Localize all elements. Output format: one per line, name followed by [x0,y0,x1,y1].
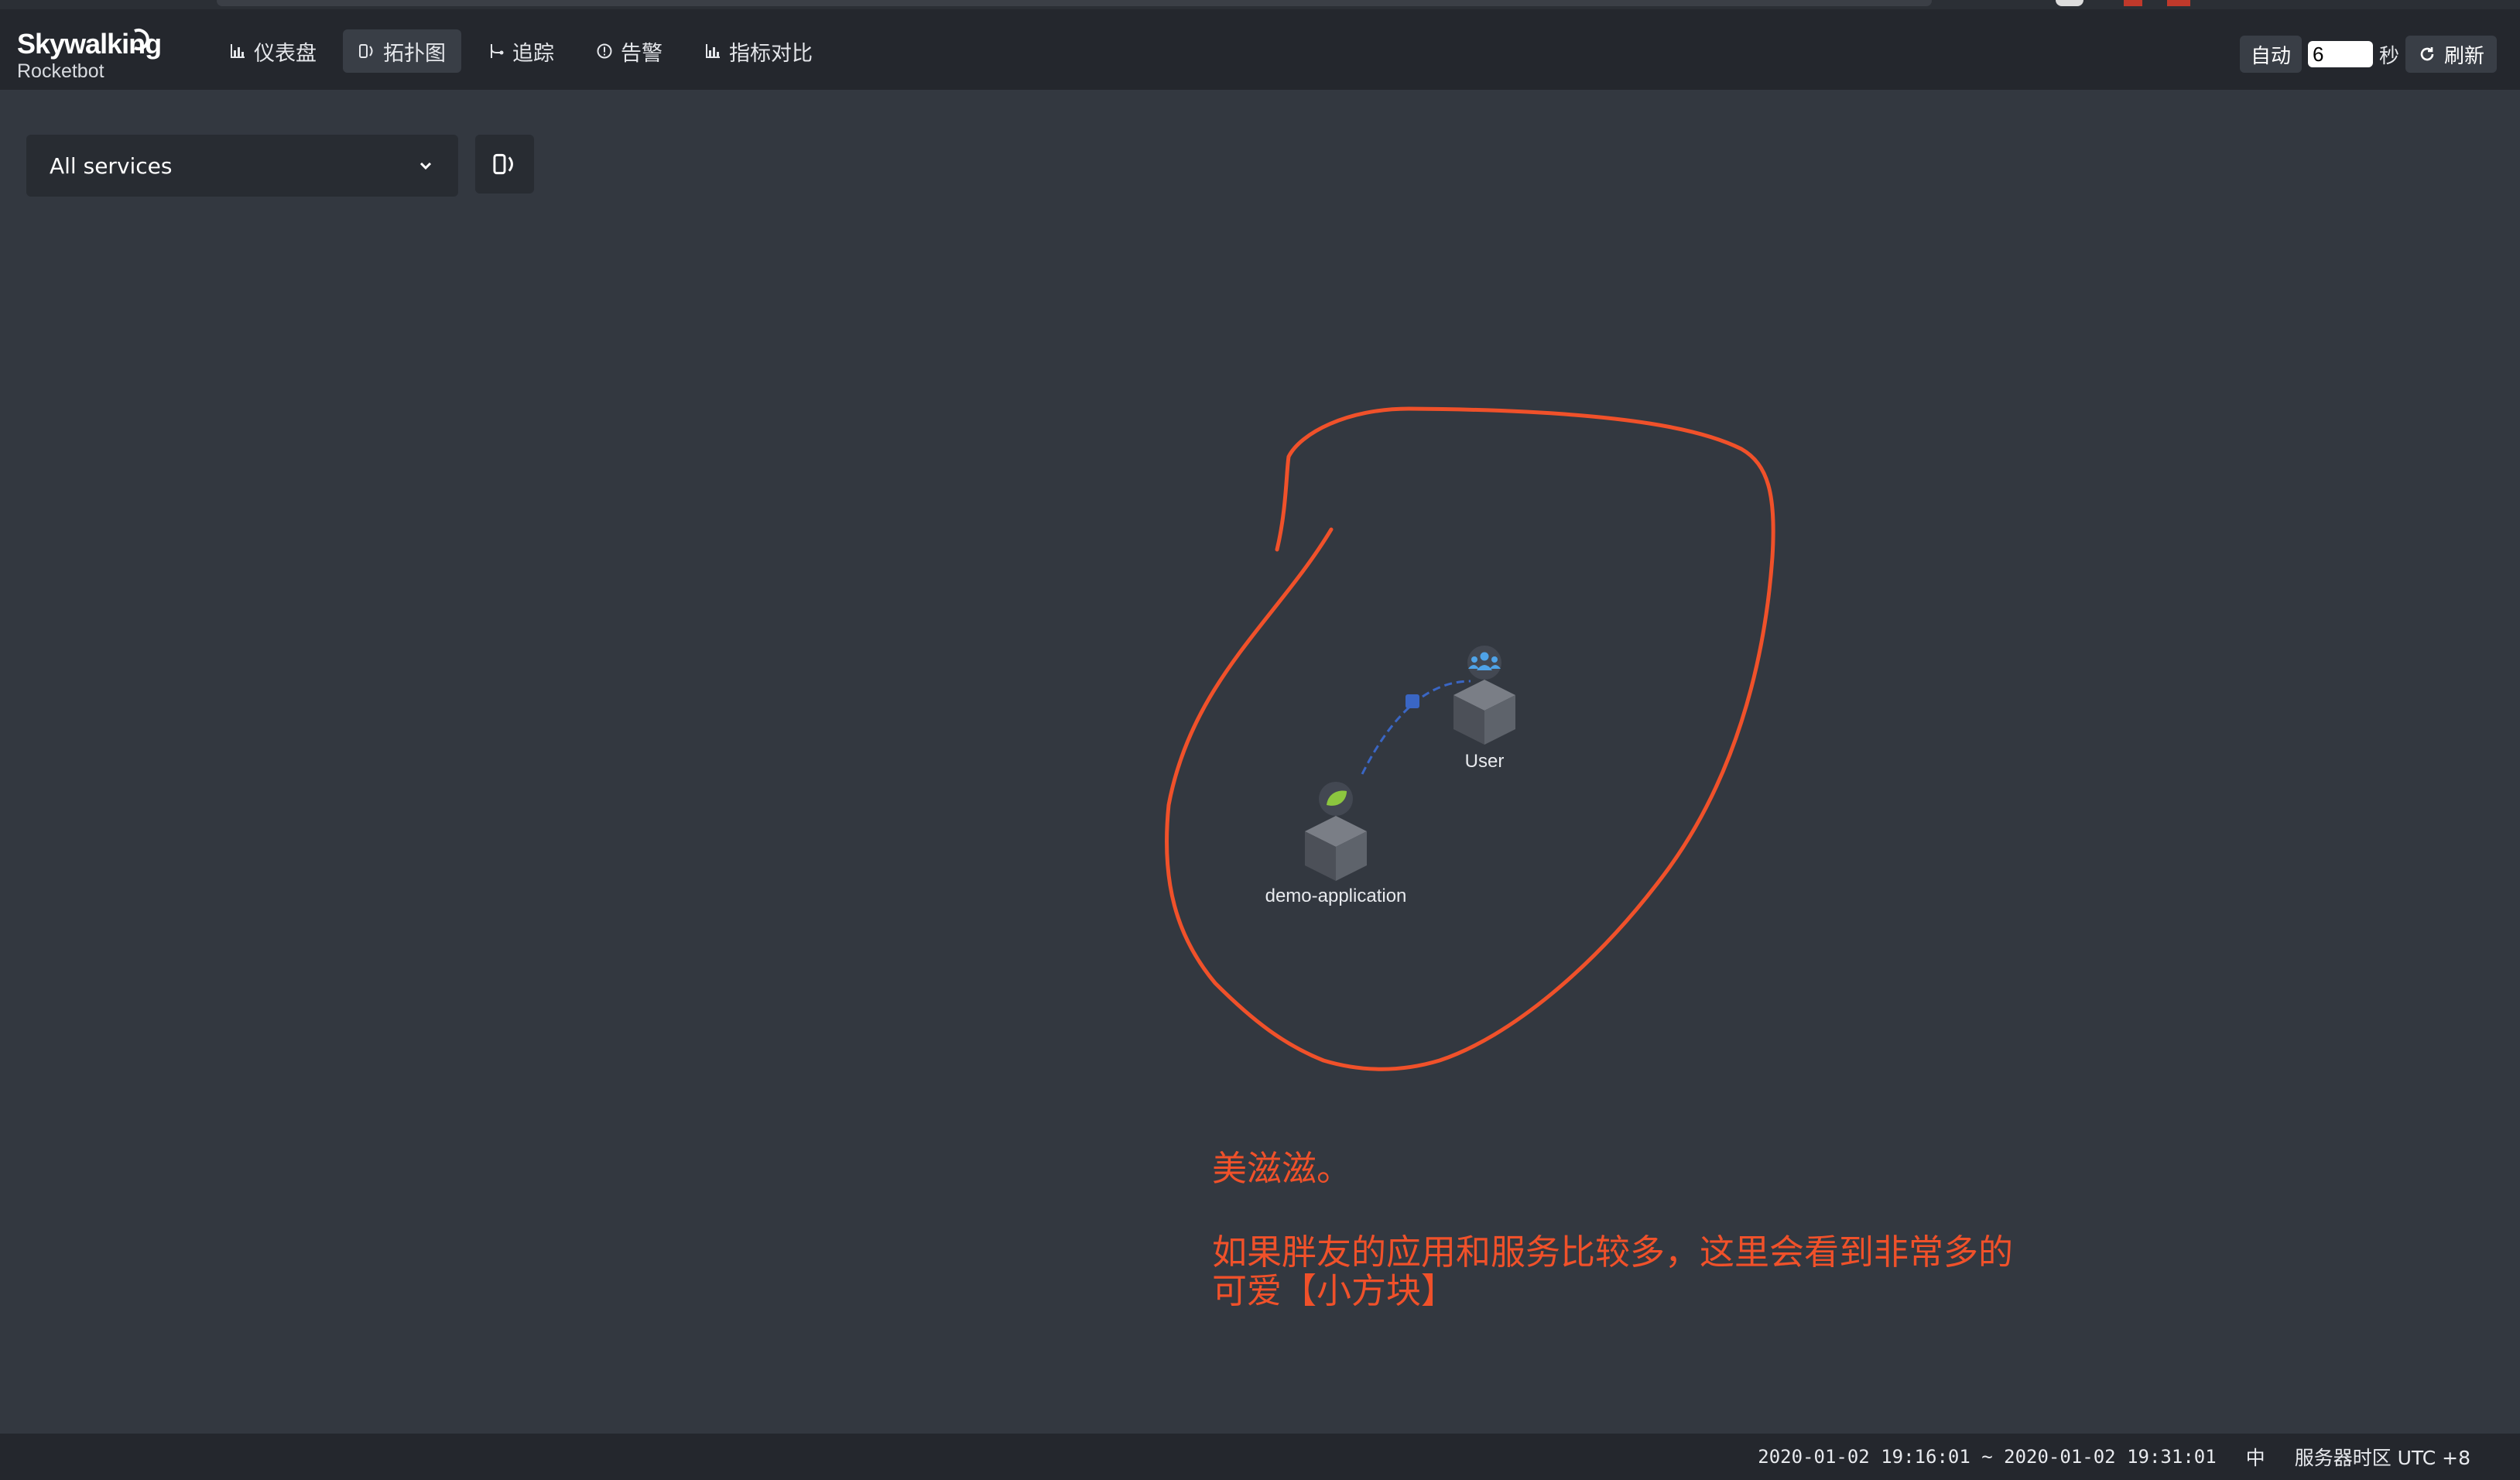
language-toggle[interactable]: 中 [2246,1443,2265,1471]
browser-address-bar [217,0,1932,6]
annotation-text-line-3: 可爱【小方块】 [1212,1270,1457,1311]
refresh-interval-input[interactable] [2307,41,2373,67]
browser-top-strip [0,0,2520,9]
service-select-value: All services [50,152,173,179]
refresh-button[interactable]: 刷新 [2405,36,2497,73]
main-nav: 仪表盘 拓扑图 追踪 告警 指标对比 [214,29,828,73]
node-user[interactable] [1453,646,1515,745]
app-header: Skywalking Rocketbot 仪表盘 拓扑图 追踪 告警 指标对比 … [0,9,2520,90]
server-timezone[interactable]: 服务器时区 UTC +8 [2295,1443,2470,1471]
annotation-text-line-1: 美滋滋。 [1212,1148,1352,1189]
nav-item-label: 告警 [621,41,663,66]
cube-icon [1305,816,1367,847]
time-range[interactable]: 2020-01-02 19:16:01 ~ 2020-01-02 19:31:0… [1758,1446,2216,1468]
user-badge [1467,646,1501,680]
node-demo-application[interactable] [1305,782,1367,881]
browser-profile-icon [2056,0,2083,6]
cube-icon [1453,680,1515,711]
topology-icon [359,44,373,58]
nav-item-label: 指标对比 [729,41,813,66]
topology-icon [493,153,513,175]
logo-swoosh-icon [134,29,149,50]
auto-refresh-controls: 自动 秒 刷新 [2239,36,2497,73]
auto-refresh-toggle[interactable]: 自动 [2239,36,2302,73]
refresh-icon [2420,47,2434,61]
seconds-label: 秒 [2378,44,2399,68]
node-user-label: User [1464,751,1505,772]
nav-item-trace[interactable]: 追踪 [472,29,570,73]
alarm-icon [597,43,612,59]
service-select[interactable]: All services [26,135,458,197]
nav-item-metrics-compare[interactable]: 指标对比 [689,29,828,73]
refresh-label: 刷新 [2443,44,2484,68]
node-demo-application-label: demo-application [1265,886,1407,906]
nav-item-alarm[interactable]: 告警 [580,29,678,73]
trace-icon [491,44,504,58]
nav-item-label: 仪表盘 [254,41,317,66]
annotation-circle [1165,406,1775,1071]
browser-extension-icon [2167,0,2190,6]
topology-link[interactable] [1361,680,1471,775]
users-icon [1468,652,1501,670]
app-logo[interactable]: Skywalking Rocketbot [17,28,162,83]
link-midpoint-handle[interactable] [1406,694,1419,708]
spring-leaf-icon [1327,790,1347,806]
switch-layout-button[interactable] [475,135,534,194]
browser-extension-icon [2124,0,2142,6]
nav-item-label: 拓扑图 [383,41,446,66]
status-footer: 2020-01-02 19:16:01 ~ 2020-01-02 19:31:0… [0,1434,2520,1480]
chevron-down-icon [419,162,432,170]
annotation-text-line-2: 如果胖友的应用和服务比较多，这里会看到非常多的 [1212,1232,2014,1273]
chart-icon [706,44,720,58]
brand-subtitle: Rocketbot [17,60,104,82]
nav-item-dashboard[interactable]: 仪表盘 [214,29,332,73]
service-badge [1319,782,1353,816]
chart-icon [231,44,245,58]
nav-item-topology[interactable]: 拓扑图 [343,29,461,73]
nav-item-label: 追踪 [512,41,554,66]
